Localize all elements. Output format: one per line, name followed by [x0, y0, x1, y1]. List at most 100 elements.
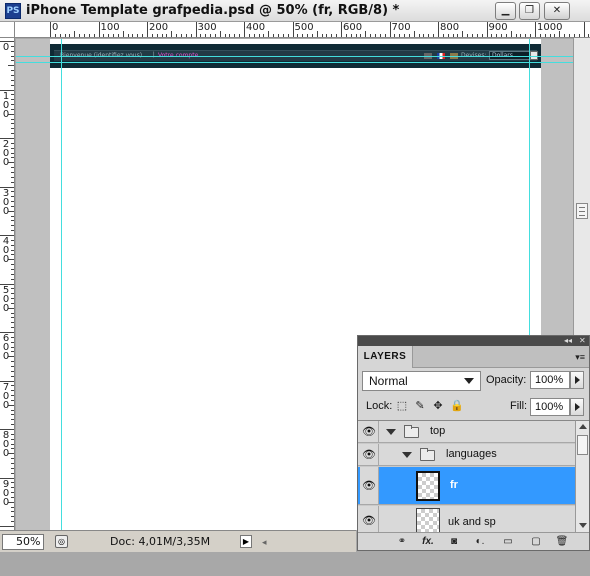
ruler-tick: [210, 34, 212, 37]
ruler-tick: [341, 22, 342, 37]
panel-tabbar: LAYERS ▾≡: [358, 346, 589, 368]
ruler-tick: [399, 34, 401, 37]
folder-icon: [404, 425, 419, 438]
ruler-tick: [11, 94, 14, 96]
ruler-tick: [11, 419, 14, 421]
ruler-tick: [554, 34, 556, 37]
ruler-tick: [93, 34, 95, 37]
link-icon[interactable]: ⚭: [394, 535, 410, 549]
scroll-up-icon[interactable]: [579, 424, 587, 429]
ruler-tick: [486, 22, 488, 37]
layer-row-top[interactable]: 👁 top: [358, 421, 575, 443]
ruler-tick: [442, 34, 444, 37]
ruler-tick: [11, 249, 14, 251]
lock-all-icon[interactable]: 🔒: [450, 400, 464, 412]
fx-icon[interactable]: fx.: [420, 535, 436, 549]
ruler-tick: [11, 322, 14, 324]
eye-icon[interactable]: 👁: [360, 506, 379, 532]
collapse-icon[interactable]: ◂◂: [564, 336, 572, 346]
ruler-tick: [467, 34, 469, 37]
ruler-tick: [505, 34, 507, 37]
ruler-tick: [11, 516, 14, 518]
ruler-tick: [11, 317, 14, 319]
minimize-button[interactable]: ▁: [495, 2, 516, 20]
eye-icon[interactable]: 👁: [360, 444, 379, 465]
ruler-tick: [185, 34, 187, 37]
ruler-tick: [11, 55, 14, 57]
eye-icon[interactable]: 👁: [360, 421, 379, 442]
adjustment-icon[interactable]: ◐.: [472, 535, 488, 549]
ruler-tick: [79, 34, 81, 37]
ruler-tick: [108, 34, 110, 37]
guide-horizontal-1[interactable]: [16, 56, 573, 57]
ruler-tick: [11, 506, 14, 508]
ruler-tick: [525, 34, 527, 37]
ruler-tick: [336, 34, 338, 37]
zoom-field[interactable]: 50%: [2, 534, 44, 550]
horizontal-ruler[interactable]: 0 100 200 300 400 500 600 700 800 900 1000: [15, 22, 590, 38]
ruler-tick: [11, 487, 14, 489]
ruler-tick: [11, 264, 14, 266]
close-button[interactable]: ✕: [544, 2, 570, 20]
trash-icon[interactable]: 🗑: [554, 535, 570, 549]
layer-row-languages[interactable]: 👁 languages: [358, 444, 575, 466]
restore-button[interactable]: ❐: [519, 2, 540, 20]
ruler-tick: [268, 31, 270, 37]
ruler-tick: [350, 34, 352, 37]
ruler-tick: [117, 34, 119, 37]
vertical-ruler[interactable]: 0 100 200 300 400 500 600 700 800 900: [0, 38, 15, 530]
tab-layers[interactable]: LAYERS: [358, 346, 413, 368]
expand-triangle-icon[interactable]: [386, 429, 396, 435]
layer-row-uk-and-sp[interactable]: 👁 uk and sp: [358, 506, 575, 532]
panel-menu-icon[interactable]: ▾≡: [575, 352, 585, 363]
opacity-slider-button[interactable]: [570, 371, 584, 389]
eye-icon[interactable]: 👁: [360, 467, 379, 504]
lock-image-icon[interactable]: ✎: [414, 400, 426, 412]
mask-icon[interactable]: ◙: [446, 535, 462, 549]
ruler-tick: [8, 65, 14, 67]
scroll-thumb[interactable]: [576, 203, 588, 219]
ruler-label: 0: [52, 22, 59, 33]
blend-mode-select[interactable]: Normal: [362, 371, 481, 391]
ruler-origin[interactable]: [0, 22, 15, 38]
ruler-tick: [549, 34, 551, 37]
new-layer-icon[interactable]: ▢: [528, 535, 544, 549]
ruler-tick: [11, 196, 14, 198]
layers-scrollbar[interactable]: [575, 420, 589, 532]
ruler-tick: [11, 268, 14, 270]
ruler-tick: [161, 34, 163, 37]
ruler-tick: [11, 239, 14, 241]
ruler-label: 500: [294, 22, 314, 33]
panel-close-icon[interactable]: ✕: [579, 336, 586, 346]
scroll-down-icon[interactable]: [579, 523, 587, 528]
layers-scroll-thumb[interactable]: [577, 435, 588, 455]
scroll-left-icon[interactable]: ◂: [262, 537, 267, 548]
opacity-input[interactable]: 100%: [530, 371, 570, 389]
ruler-tick: [74, 31, 76, 37]
lock-position-icon[interactable]: ✥: [432, 400, 444, 412]
ruler-tick: [287, 34, 289, 37]
ruler-tick: [413, 31, 415, 37]
group-icon[interactable]: ▭: [500, 535, 516, 549]
ruler-tick: [50, 22, 51, 37]
folder-icon: [420, 448, 435, 461]
fill-slider-button[interactable]: [570, 398, 584, 416]
ruler-tick: [244, 22, 245, 37]
ruler-tick: [302, 34, 304, 37]
expand-triangle-icon[interactable]: [402, 452, 412, 458]
ruler-tick: [205, 34, 207, 37]
status-menu-arrow-icon[interactable]: ▶: [240, 535, 252, 548]
lock-transparent-icon[interactable]: ⬚: [396, 400, 408, 412]
ruler-tick: [11, 123, 14, 125]
ruler-tick: [297, 34, 299, 37]
guide-horizontal-2[interactable]: [16, 62, 573, 63]
ruler-tick: [11, 74, 14, 76]
photoshop-app-icon[interactable]: PS: [5, 3, 21, 19]
ruler-tick: [273, 34, 275, 37]
ruler-tick: [307, 34, 309, 37]
status-info-icon[interactable]: ◎: [55, 535, 68, 548]
fill-input[interactable]: 100%: [530, 398, 570, 416]
ruler-label: 200: [149, 22, 169, 33]
layer-row-fr[interactable]: 👁 fr: [358, 467, 575, 505]
guide-vertical-left[interactable]: [61, 39, 62, 530]
